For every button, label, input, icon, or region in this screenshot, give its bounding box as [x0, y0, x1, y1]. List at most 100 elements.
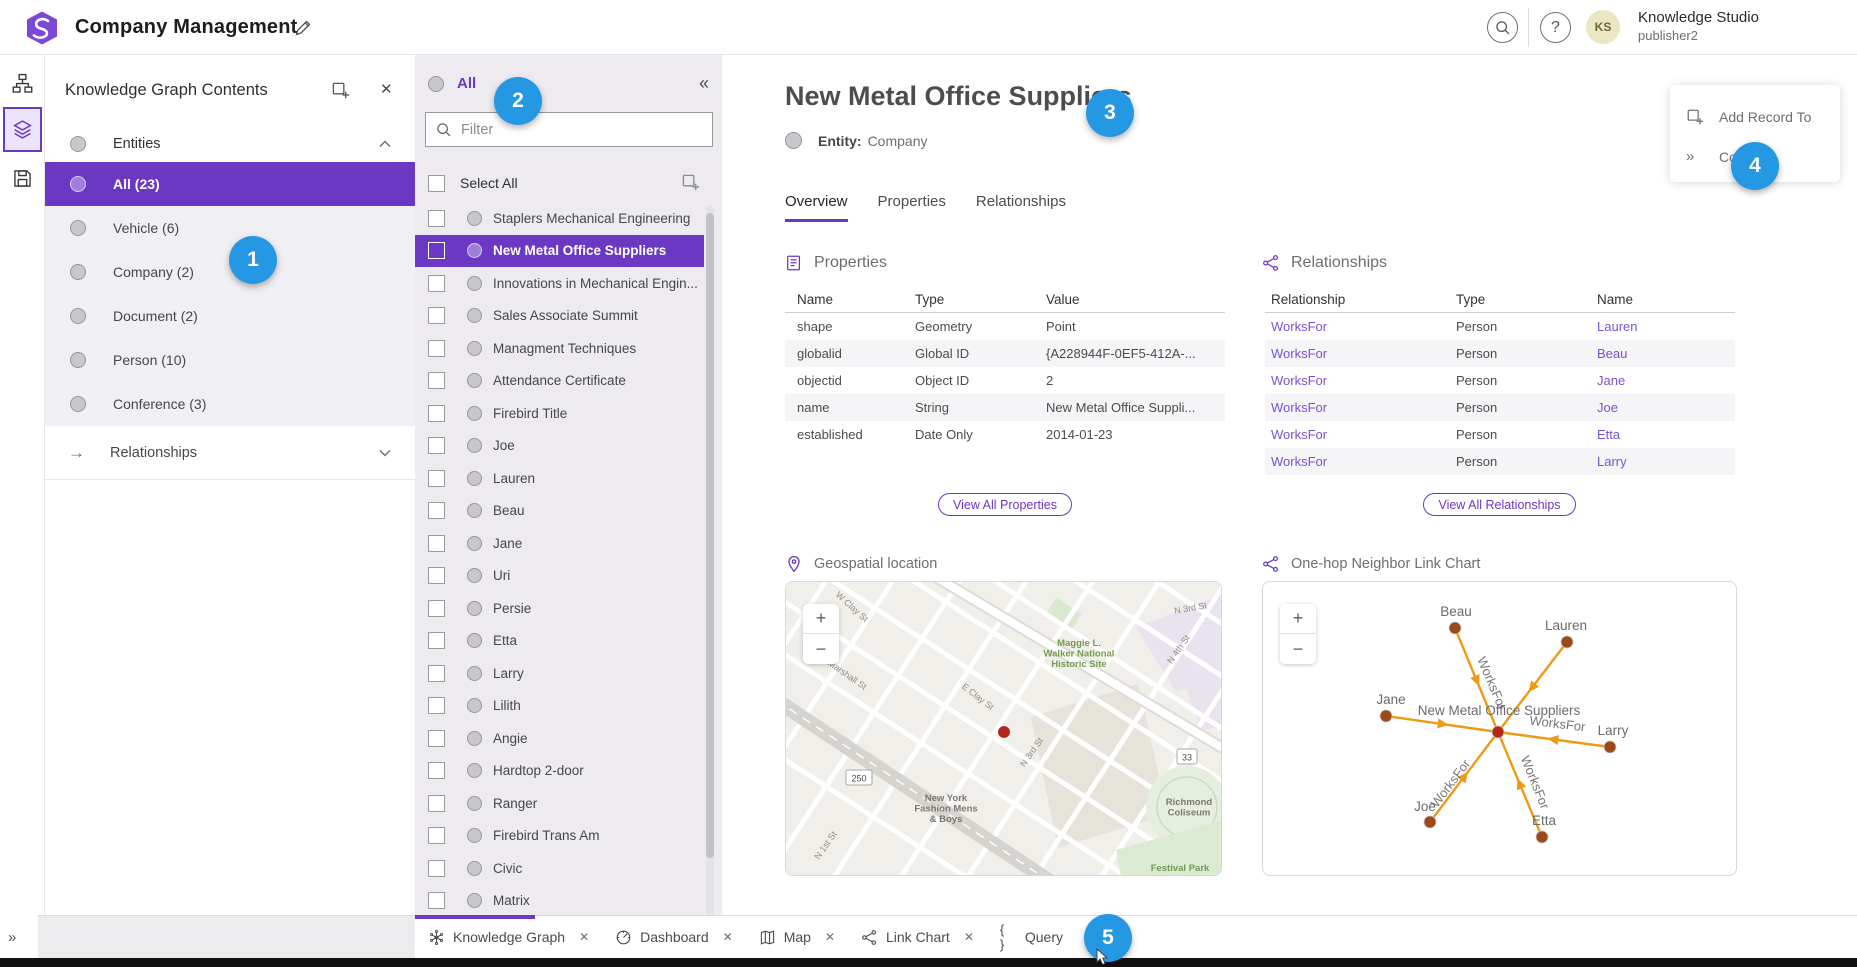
list-item-firebird-title[interactable]: Firebird Title [415, 397, 704, 430]
menu-item-add-record-to[interactable]: Add Record To [1670, 97, 1840, 137]
zoom-in-button[interactable]: + [803, 604, 839, 634]
add-record-icon[interactable] [681, 173, 700, 192]
item-checkbox[interactable] [428, 535, 445, 552]
tab-overview[interactable]: Overview [785, 193, 848, 222]
view-all-properties-button[interactable]: View All Properties [938, 493, 1072, 516]
entity-type-vehicle-6[interactable]: Vehicle (6) [45, 206, 415, 250]
item-checkbox[interactable] [428, 242, 445, 259]
view-tab-knowledge-graph[interactable]: Knowledge Graph✕ [415, 916, 602, 958]
map-card[interactable]: W Clay StW Marshall StE Clay StN 3rd StN… [785, 581, 1222, 876]
item-checkbox[interactable] [428, 892, 445, 909]
entity-name-link[interactable]: Lauren [1597, 319, 1723, 334]
item-checkbox[interactable] [428, 632, 445, 649]
entity-type-radio[interactable] [70, 220, 86, 236]
relationship-link[interactable]: WorksFor [1265, 400, 1456, 415]
item-checkbox[interactable] [428, 697, 445, 714]
item-checkbox[interactable] [428, 437, 445, 454]
chevron-up-icon[interactable] [379, 140, 391, 148]
list-item-etta[interactable]: Etta [415, 625, 704, 658]
item-checkbox[interactable] [428, 340, 445, 357]
data-model-icon[interactable] [12, 73, 33, 94]
item-checkbox[interactable] [428, 730, 445, 747]
entity-name-link[interactable]: Larry [1597, 454, 1723, 469]
list-item-managment-techniques[interactable]: Managment Techniques [415, 332, 704, 365]
add-record-icon[interactable] [331, 81, 350, 100]
list-item-hardtop-2-door[interactable]: Hardtop 2-door [415, 755, 704, 788]
entity-type-all-23[interactable]: All (23) [45, 162, 415, 206]
list-item-matrix[interactable]: Matrix [415, 885, 704, 916]
view-tab-map[interactable]: Map✕ [746, 916, 848, 958]
item-checkbox[interactable] [428, 372, 445, 389]
close-tab-icon[interactable]: ✕ [579, 930, 589, 944]
save-icon[interactable] [12, 168, 33, 189]
relationship-link[interactable]: WorksFor [1265, 427, 1456, 442]
list-item-firebird-trans-am[interactable]: Firebird Trans Am [415, 820, 704, 853]
list-item-persie[interactable]: Persie [415, 592, 704, 625]
view-tab-query[interactable]: { }Query [987, 916, 1076, 958]
tab-properties[interactable]: Properties [878, 193, 946, 222]
list-item-new-metal-office-suppliers[interactable]: New Metal Office Suppliers [415, 235, 704, 268]
collapse-panel-icon[interactable]: « [699, 73, 709, 94]
entity-name-link[interactable]: Etta [1597, 427, 1723, 442]
item-checkbox[interactable] [428, 405, 445, 422]
entity-name-link[interactable]: Jane [1597, 373, 1723, 388]
entities-group-header[interactable]: Entities [45, 125, 415, 162]
entity-name-link[interactable]: Beau [1597, 346, 1723, 361]
relationship-link[interactable]: WorksFor [1265, 346, 1456, 361]
list-item-civic[interactable]: Civic [415, 852, 704, 885]
close-tab-icon[interactable]: ✕ [825, 930, 835, 944]
close-tab-icon[interactable]: ✕ [723, 930, 733, 944]
item-checkbox[interactable] [428, 470, 445, 487]
list-item-jane[interactable]: Jane [415, 527, 704, 560]
entity-type-radio[interactable] [70, 264, 86, 280]
item-checkbox[interactable] [428, 795, 445, 812]
close-tab-icon[interactable]: ✕ [964, 930, 974, 944]
view-all-relationships-button[interactable]: View All Relationships [1423, 493, 1575, 516]
help-button[interactable]: ? [1540, 12, 1571, 43]
close-panel-icon[interactable]: ✕ [380, 80, 399, 99]
item-checkbox[interactable] [428, 502, 445, 519]
user-avatar[interactable]: KS [1586, 10, 1620, 44]
relationship-link[interactable]: WorksFor [1265, 373, 1456, 388]
relationship-link[interactable]: WorksFor [1265, 319, 1456, 334]
edit-title-icon[interactable] [293, 18, 313, 38]
contents-tool-selected[interactable] [3, 107, 42, 152]
item-checkbox[interactable] [428, 600, 445, 617]
entity-type-radio[interactable] [70, 396, 86, 412]
link-chart-card[interactable]: WorksForWorksForWorksForWorksForBeauLaur… [1262, 581, 1737, 876]
list-item-uri[interactable]: Uri [415, 560, 704, 593]
item-checkbox[interactable] [428, 860, 445, 877]
entity-type-radio[interactable] [70, 308, 86, 324]
relationships-group-header[interactable]: → Relationships [45, 426, 415, 480]
chevron-down-icon[interactable] [379, 449, 391, 457]
tab-relationships[interactable]: Relationships [976, 193, 1066, 222]
list-item-joe[interactable]: Joe [415, 430, 704, 463]
entity-type-person-10[interactable]: Person (10) [45, 338, 415, 382]
zoom-out-button[interactable]: − [1280, 634, 1316, 664]
item-checkbox[interactable] [428, 210, 445, 227]
list-item-ranger[interactable]: Ranger [415, 787, 704, 820]
entity-type-radio[interactable] [70, 352, 86, 368]
item-checkbox[interactable] [428, 827, 445, 844]
zoom-in-button[interactable]: + [1280, 604, 1316, 634]
entity-type-conference-3[interactable]: Conference (3) [45, 382, 415, 426]
list-item-innovations-in-mechanical-engin[interactable]: Innovations in Mechanical Engin... [415, 267, 704, 300]
item-checkbox[interactable] [428, 275, 445, 292]
expand-rail-icon[interactable]: » [8, 929, 16, 946]
link-chart-canvas[interactable]: WorksForWorksForWorksForWorksForBeauLaur… [1263, 582, 1736, 875]
view-tab-link-chart[interactable]: Link Chart✕ [848, 916, 987, 958]
list-item-lilith[interactable]: Lilith [415, 690, 704, 723]
entity-type-document-2[interactable]: Document (2) [45, 294, 415, 338]
zoom-out-button[interactable]: − [803, 634, 839, 664]
list-item-angie[interactable]: Angie [415, 722, 704, 755]
app-logo-icon[interactable] [24, 10, 60, 46]
list-item-larry[interactable]: Larry [415, 657, 704, 690]
scrollbar-thumb[interactable] [706, 213, 714, 858]
item-checkbox[interactable] [428, 567, 445, 584]
list-item-lauren[interactable]: Lauren [415, 462, 704, 495]
entity-type-radio[interactable] [70, 176, 86, 192]
item-checkbox[interactable] [428, 665, 445, 682]
search-button[interactable] [1487, 12, 1518, 43]
entities-radio[interactable] [70, 136, 86, 152]
list-item-attendance-certificate[interactable]: Attendance Certificate [415, 365, 704, 398]
